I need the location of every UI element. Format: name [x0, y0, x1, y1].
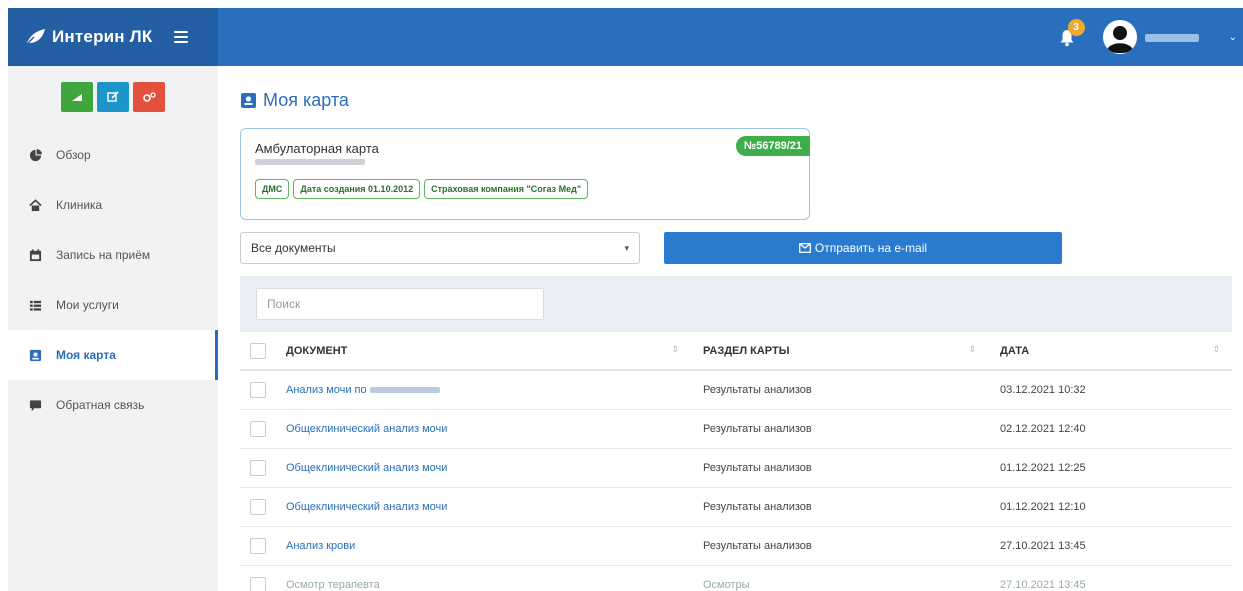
- sidebar-item-label: Запись на приём: [56, 248, 151, 262]
- notifications-bell-icon[interactable]: 3: [1059, 19, 1085, 47]
- table-row: Анализ крови Результаты анализов 27.10.2…: [240, 526, 1232, 566]
- envelope-icon: [798, 243, 811, 253]
- controls-row: Все документы ▾ Отправить на e-mail: [240, 232, 1235, 264]
- table-header: ДОКУМЕНТ РАЗДЕЛ КАРТЫ ДАТА: [240, 332, 1232, 371]
- calendar-icon: [28, 248, 42, 262]
- documents-table: Поиск ДОКУМЕНТ РАЗДЕЛ КАРТЫ ДАТА Анализ …: [240, 276, 1232, 591]
- user-menu[interactable]: ⌄: [1102, 20, 1243, 54]
- brand-name: Интерин ЛК: [52, 27, 153, 46]
- signal-bars-icon: [72, 94, 82, 101]
- home-icon: [28, 198, 42, 212]
- sidebar: Обзор Клиника Запись на приём Мои услуги…: [8, 66, 218, 591]
- table-row: Общеклинический анализ мочи Результаты а…: [240, 409, 1232, 449]
- chevron-down-icon: ▾: [624, 242, 629, 253]
- search-bar: Поиск: [240, 276, 1232, 332]
- date-cell: 01.12.2021 12:10: [988, 487, 1232, 527]
- date-cell: 01.12.2021 12:25: [988, 448, 1232, 488]
- gears-icon: [142, 91, 156, 102]
- card-icon: [241, 93, 256, 108]
- list-icon: [28, 298, 42, 312]
- user-name: [1144, 30, 1225, 44]
- table-row: Осмотр терапевта Осмотры 27.10.2021 13:4…: [240, 565, 1232, 591]
- document-link[interactable]: Осмотр терапевта: [286, 579, 380, 591]
- medical-card-info: Амбулаторная карта №56789/21 ДМС Дата со…: [240, 128, 810, 220]
- section-cell: Результаты анализов: [691, 370, 988, 410]
- menu-toggle-icon[interactable]: [174, 31, 189, 43]
- row-checkbox[interactable]: [250, 498, 266, 515]
- section-cell: Результаты анализов: [691, 526, 988, 566]
- send-email-button[interactable]: Отправить на e-mail: [664, 232, 1062, 264]
- sidebar-item-services[interactable]: Мои услуги: [8, 280, 218, 330]
- section-cell: Результаты анализов: [691, 487, 988, 527]
- card-holder-redacted: [255, 159, 365, 165]
- card-tags: ДМС Дата создания 01.10.2012 Страховая к…: [255, 179, 795, 199]
- row-checkbox[interactable]: [250, 420, 266, 437]
- section-cell: Результаты анализов: [691, 409, 988, 449]
- tag-insurance-company: Страховая компания "Согаз Мед": [424, 179, 589, 199]
- main-content: Моя карта Амбулаторная карта №56789/21 Д…: [240, 66, 1235, 591]
- edit-button[interactable]: [97, 82, 129, 112]
- card-title: Амбулаторная карта: [255, 141, 379, 156]
- row-checkbox[interactable]: [250, 537, 266, 554]
- settings-button[interactable]: [133, 82, 165, 112]
- document-link[interactable]: Общеклинический анализ мочи: [286, 501, 447, 513]
- sidebar-item-feedback[interactable]: Обратная связь: [8, 380, 218, 430]
- comment-icon: [28, 398, 42, 412]
- table-row: Общеклинический анализ мочи Результаты а…: [240, 448, 1232, 488]
- document-link[interactable]: Анализ крови: [286, 540, 355, 552]
- sidebar-item-label: Мои услуги: [56, 298, 119, 312]
- sidebar-item-label: Обратная связь: [56, 398, 145, 412]
- tag-created-date: Дата создания 01.10.2012: [293, 179, 421, 199]
- row-checkbox[interactable]: [250, 381, 266, 398]
- search-input[interactable]: Поиск: [256, 288, 544, 320]
- stats-button[interactable]: [61, 82, 93, 112]
- document-link[interactable]: Анализ мочи по: [286, 384, 440, 396]
- section-cell: Осмотры: [691, 565, 988, 591]
- document-link[interactable]: Общеклинический анализ мочи: [286, 462, 447, 474]
- sidebar-item-my-card[interactable]: Моя карта: [8, 330, 218, 380]
- row-checkbox[interactable]: [250, 576, 266, 591]
- section-cell: Результаты анализов: [691, 448, 988, 488]
- pie-chart-icon: [28, 148, 42, 162]
- card-number-badge: №56789/21: [735, 136, 810, 156]
- column-date[interactable]: ДАТА: [988, 332, 1232, 371]
- sidebar-item-overview[interactable]: Обзор: [8, 130, 218, 180]
- document-filter-select[interactable]: Все документы ▾: [240, 232, 640, 264]
- date-cell: 02.12.2021 12:40: [988, 409, 1232, 449]
- document-link[interactable]: Общеклинический анализ мочи: [286, 423, 447, 435]
- select-all-cell: [240, 332, 286, 371]
- top-bar: Интерин ЛК 3 ⌄: [8, 8, 1243, 66]
- table-row: Общеклинический анализ мочи Результаты а…: [240, 487, 1232, 527]
- avatar: [1102, 20, 1137, 54]
- column-section[interactable]: РАЗДЕЛ КАРТЫ: [691, 332, 988, 371]
- column-document[interactable]: ДОКУМЕНТ: [286, 332, 691, 371]
- redacted-text: [369, 386, 440, 393]
- sidebar-item-label: Клиника: [56, 198, 103, 212]
- card-icon: [28, 348, 42, 362]
- chevron-down-icon[interactable]: ⌄: [1229, 32, 1237, 43]
- sidebar-item-appointment[interactable]: Запись на приём: [8, 230, 218, 280]
- sidebar-item-label: Обзор: [56, 148, 91, 162]
- select-all-checkbox[interactable]: [250, 342, 266, 359]
- leaf-logo-icon: [24, 29, 45, 47]
- table-row: Анализ мочи по Результаты анализов 03.12…: [240, 370, 1232, 410]
- row-checkbox[interactable]: [250, 459, 266, 476]
- date-cell: 27.10.2021 13:45: [988, 526, 1232, 566]
- brand[interactable]: Интерин ЛК: [8, 8, 218, 66]
- sidebar-item-clinic[interactable]: Клиника: [8, 180, 218, 230]
- page-title: Моя карта: [240, 90, 1235, 111]
- quick-actions: [8, 66, 218, 130]
- edit-icon: [107, 91, 119, 102]
- date-cell: 27.10.2021 13:45: [988, 565, 1232, 591]
- date-cell: 03.12.2021 10:32: [988, 370, 1232, 410]
- tag-insurance-type: ДМС: [255, 179, 290, 199]
- notification-count-badge: 3: [1067, 19, 1085, 36]
- sidebar-item-label: Моя карта: [56, 348, 116, 362]
